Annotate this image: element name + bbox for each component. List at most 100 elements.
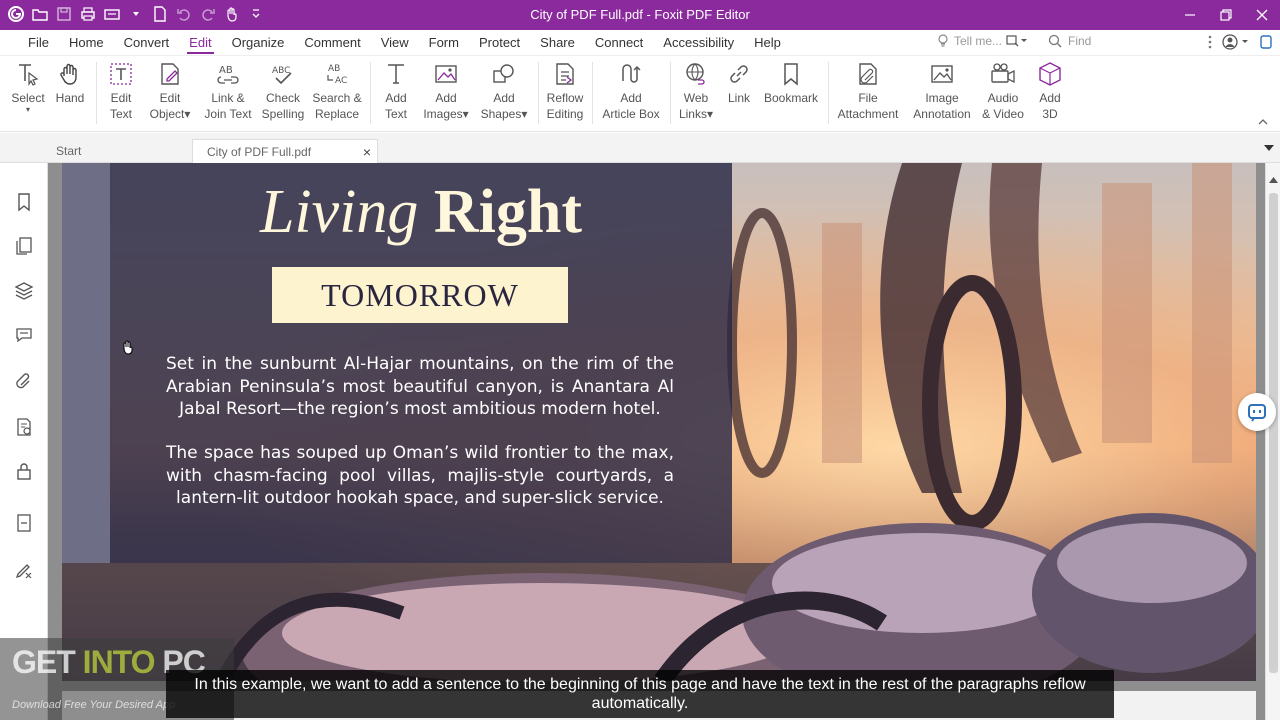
document-tab-bar: Start City of PDF Full.pdf ×: [0, 133, 1280, 163]
image-annotation-button[interactable]: Image Annotation: [906, 60, 978, 122]
edit-text-icon: [107, 60, 135, 88]
menu-protect[interactable]: Protect: [469, 30, 530, 56]
scrollbar-thumb[interactable]: [1269, 193, 1278, 673]
audio-video-button[interactable]: Audio & Video: [980, 60, 1026, 122]
tab-start[interactable]: Start: [42, 139, 192, 163]
bookmark-icon: [777, 60, 805, 88]
edit-text-button[interactable]: Edit Text: [104, 60, 138, 122]
comments-panel-icon[interactable]: [13, 324, 35, 346]
add-text-icon: [382, 60, 410, 88]
vertical-scrollbar[interactable]: [1265, 163, 1280, 720]
web-links-button[interactable]: Web Links▾: [676, 60, 716, 122]
add-article-box-button[interactable]: Add Article Box: [600, 60, 662, 122]
tab-list-dropdown-icon[interactable]: [1264, 145, 1274, 151]
menu-form[interactable]: Form: [419, 30, 469, 56]
tomorrow-badge[interactable]: TOMORROW: [272, 267, 568, 323]
add-text-button[interactable]: Add Text: [380, 60, 412, 122]
select-tool-button[interactable]: Select ▾: [8, 60, 48, 114]
content-panel-icon[interactable]: [13, 512, 35, 534]
menu-edit[interactable]: Edit: [179, 30, 221, 56]
account-icon[interactable]: [1222, 34, 1250, 50]
ribbon-toolbar: Select ▾ Hand Edit Text Edit Object▾ AB …: [0, 56, 1280, 132]
tab-document[interactable]: City of PDF Full.pdf ×: [192, 139, 378, 163]
find-placeholder: Find: [1068, 34, 1092, 48]
search-replace-button[interactable]: AB AC Search & Replace: [310, 60, 364, 122]
reflow-editing-icon: [551, 60, 579, 88]
search-icon: [1048, 34, 1062, 48]
video-subtitle: In this example, we want to add a senten…: [166, 670, 1114, 718]
paragraph-2[interactable]: The space has souped up Oman’s wild fron…: [166, 442, 674, 510]
svg-text:AB: AB: [219, 65, 233, 76]
add-3d-button[interactable]: Add 3D: [1034, 60, 1066, 122]
menu-bar: File Home Convert Edit Organize Comment View Fo…: [0, 30, 1280, 56]
menu-accessibility[interactable]: Accessibility: [653, 30, 744, 56]
document-viewer[interactable]: Living Right TOMORROW Set in the sunburn…: [48, 163, 1265, 720]
link-join-icon: AB: [214, 60, 242, 88]
file-attachment-button[interactable]: File Attachment: [834, 60, 902, 122]
add-shapes-button[interactable]: Add Shapes▾: [478, 60, 530, 122]
pdf-page[interactable]: Living Right TOMORROW Set in the sunburn…: [62, 163, 1256, 681]
image-annotation-icon: [928, 60, 956, 88]
add-shapes-icon: [490, 60, 518, 88]
paragraph-1[interactable]: Set in the sunburnt Al-Hajar mountains, …: [166, 353, 674, 421]
tags-panel-icon[interactable]: [13, 559, 35, 581]
add-image-icon: [432, 60, 460, 88]
close-window-button[interactable]: [1244, 0, 1280, 30]
article-heading[interactable]: Living Right: [110, 177, 732, 247]
bookmarks-panel-icon[interactable]: [13, 191, 35, 213]
hand-tool-button[interactable]: Hand: [48, 58, 92, 114]
menu-view[interactable]: View: [371, 30, 419, 56]
collapse-ribbon-icon[interactable]: [1258, 117, 1268, 127]
menu-share[interactable]: Share: [530, 30, 585, 56]
find-box[interactable]: Find: [1048, 34, 1091, 48]
cube-3d-icon: [1036, 60, 1064, 88]
check-spelling-button[interactable]: ABC Check Spelling: [260, 60, 306, 122]
security-panel-icon[interactable]: [13, 460, 35, 482]
file-attachment-icon: [854, 60, 882, 88]
navigation-panel: [0, 163, 48, 720]
add-images-button[interactable]: Add Images▾: [420, 60, 472, 122]
chat-assistant-icon: [1248, 404, 1266, 422]
more-options-icon[interactable]: [1208, 35, 1212, 49]
menu-connect[interactable]: Connect: [585, 30, 653, 56]
pages-panel-icon[interactable]: [13, 235, 35, 257]
svg-text:AB: AB: [328, 64, 340, 74]
signature-panel-icon[interactable]: [13, 416, 35, 438]
restore-button[interactable]: [1208, 0, 1244, 30]
minimize-button[interactable]: [1172, 0, 1208, 30]
link-join-text-button[interactable]: AB Link & Join Text: [200, 60, 256, 122]
link-icon: [725, 60, 753, 88]
close-tab-icon[interactable]: ×: [363, 140, 371, 164]
menu-convert[interactable]: Convert: [114, 30, 180, 56]
lightbulb-icon: [938, 34, 948, 47]
notification-icon[interactable]: [1260, 34, 1272, 50]
layers-panel-icon[interactable]: [13, 280, 35, 302]
search-replace-icon: AB AC: [323, 60, 351, 88]
svg-text:ABC: ABC: [272, 66, 290, 76]
reflow-editing-button[interactable]: Reflow Editing: [544, 60, 586, 122]
window-title: City of PDF Full.pdf - Foxit PDF Editor: [530, 7, 750, 22]
link-button[interactable]: Link: [724, 60, 754, 106]
select-text-icon: [14, 60, 42, 88]
hand-cursor-icon: [123, 340, 133, 355]
edit-object-icon: [156, 60, 184, 88]
menu-home[interactable]: Home: [59, 30, 114, 56]
search-options-icon[interactable]: [1006, 34, 1028, 48]
menu-comment[interactable]: Comment: [294, 30, 370, 56]
menu-file[interactable]: File: [18, 30, 59, 56]
ai-assistant-button[interactable]: [1238, 393, 1276, 431]
bookmark-button[interactable]: Bookmark: [762, 60, 820, 106]
watermark-tagline: Download Free Your Desired App: [12, 699, 176, 711]
attachments-panel-icon[interactable]: [13, 370, 35, 392]
video-camera-icon: [989, 60, 1017, 88]
scroll-up-icon[interactable]: [1269, 177, 1278, 183]
svg-text:AC: AC: [335, 76, 347, 86]
menu-organize[interactable]: Organize: [222, 30, 295, 56]
tell-me-search[interactable]: Tell me...: [936, 34, 1028, 48]
article-text-panel: Living Right TOMORROW Set in the sunburn…: [110, 163, 732, 563]
edit-object-button[interactable]: Edit Object▾: [146, 60, 194, 122]
title-bar: City of PDF Full.pdf - Foxit PDF Editor: [0, 0, 1280, 30]
dropdown-arrow-icon: ▾: [25, 105, 30, 114]
menu-help[interactable]: Help: [744, 30, 791, 56]
hand-icon: [56, 60, 84, 88]
